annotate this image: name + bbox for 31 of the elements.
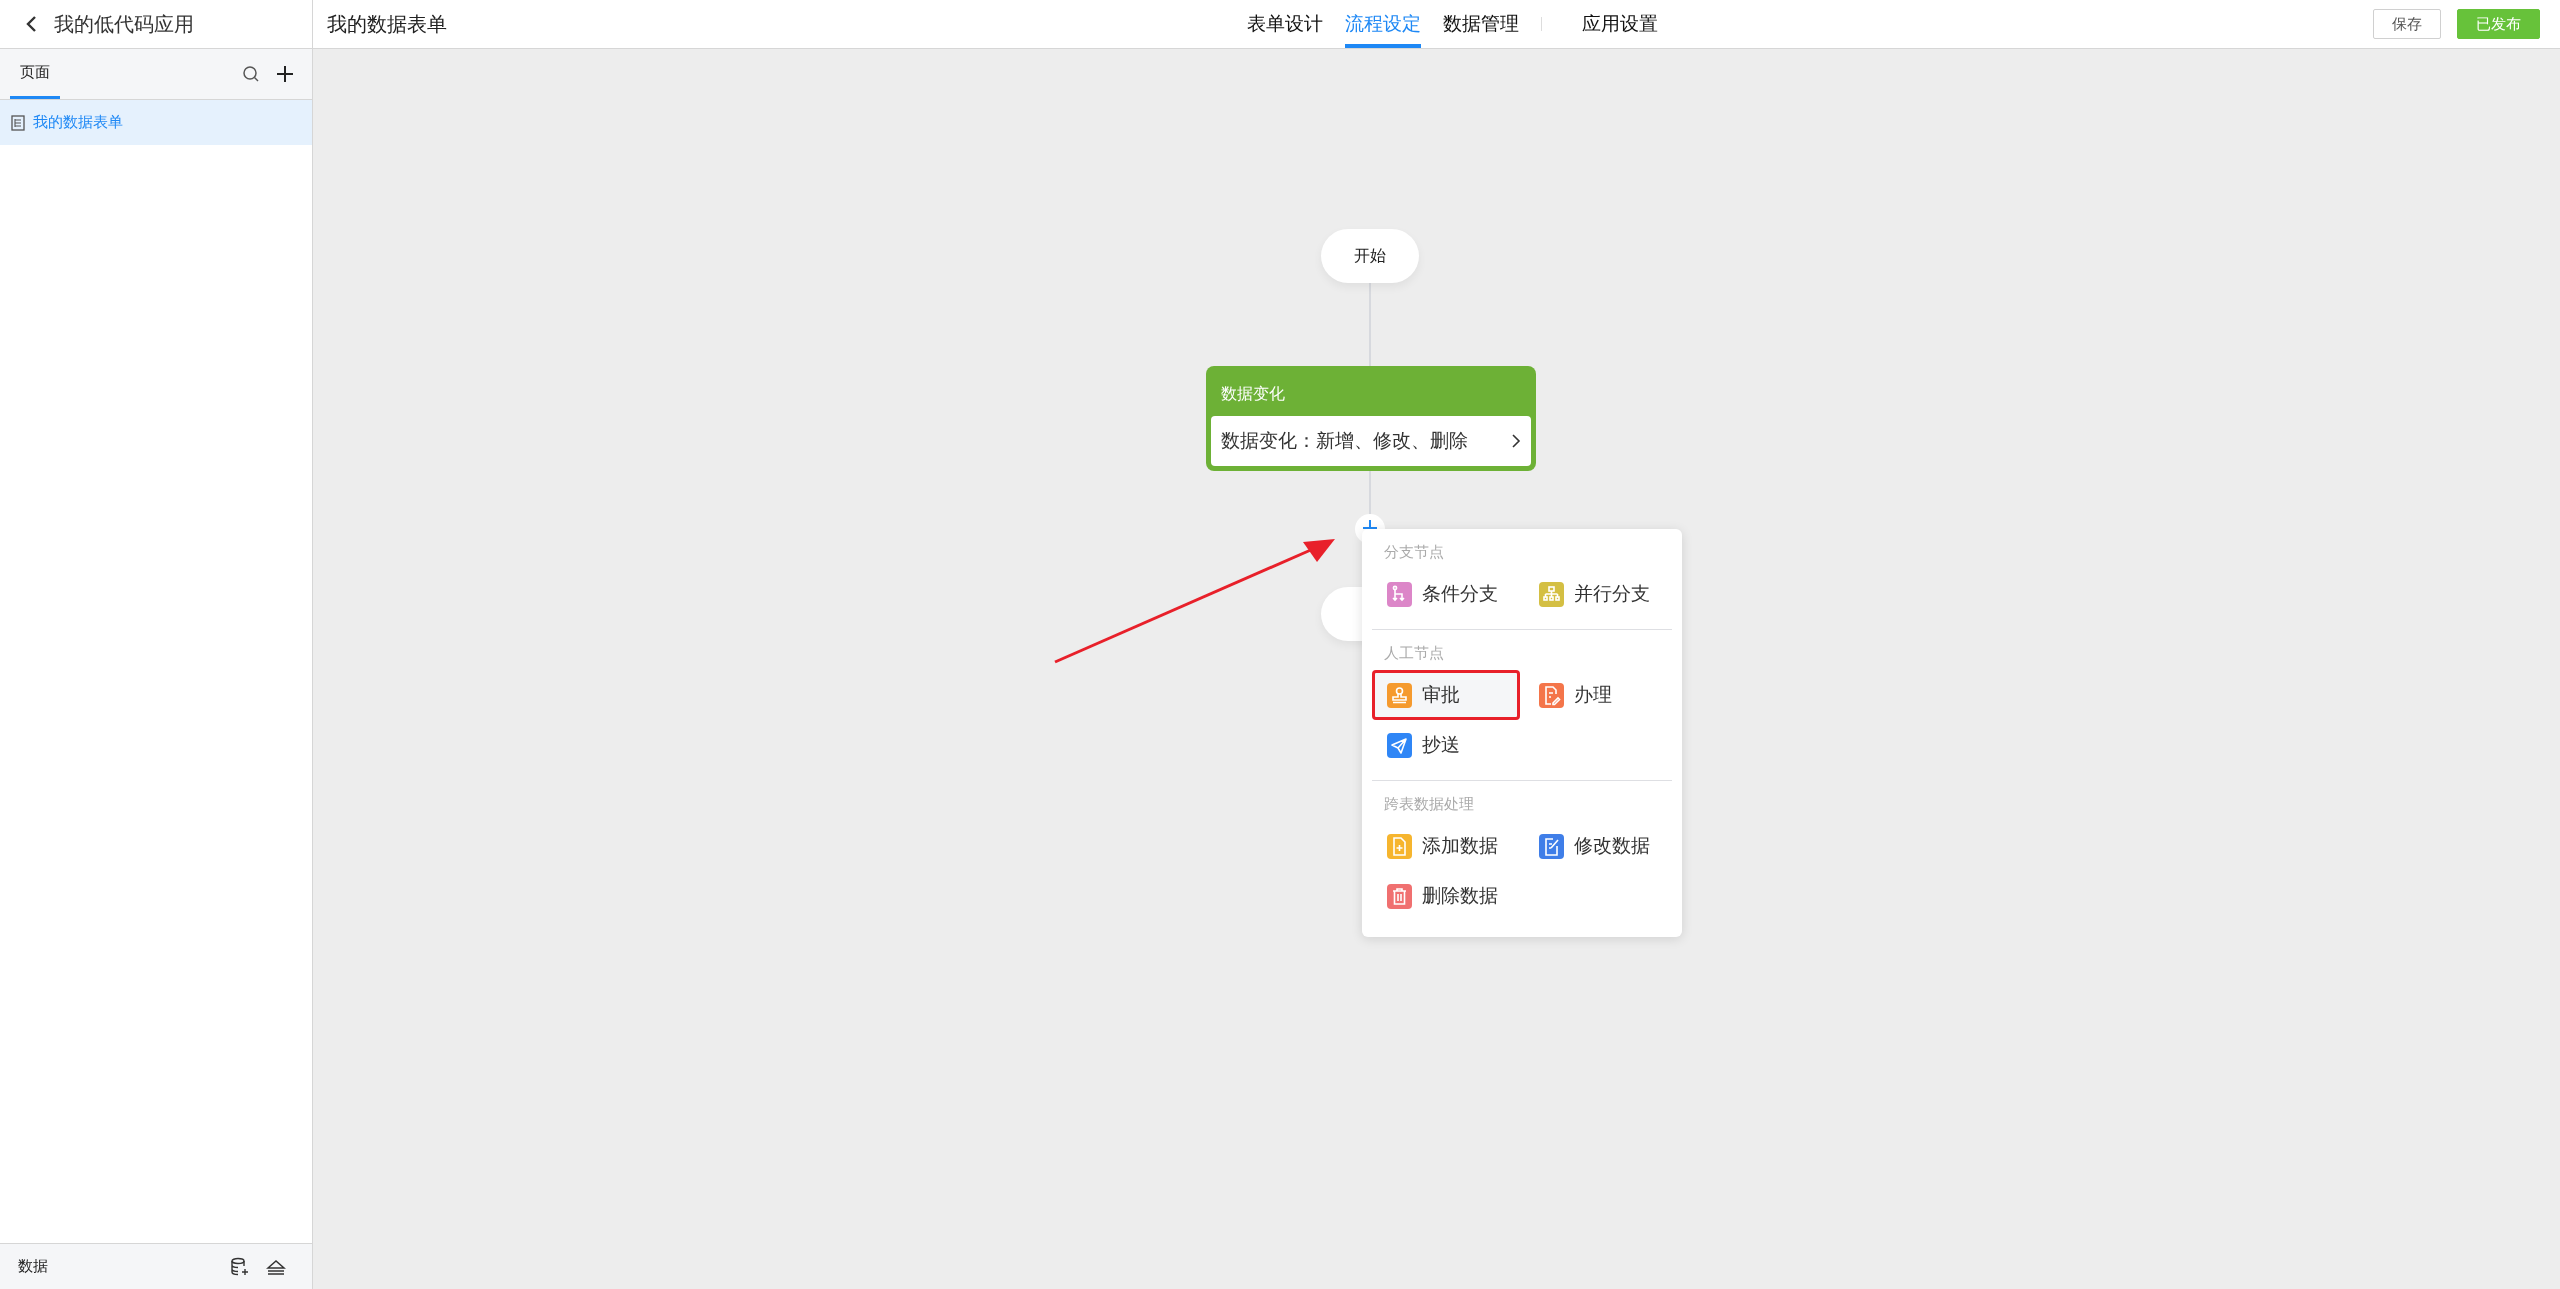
- eject-icon[interactable]: [266, 1257, 286, 1276]
- menu-item[interactable]: 删除数据: [1372, 871, 1520, 921]
- menu-item[interactable]: 并行分支: [1524, 569, 1672, 619]
- header-tab[interactable]: 应用设置: [1582, 0, 1658, 48]
- menu-item[interactable]: 修改数据: [1524, 821, 1672, 871]
- plus-icon: [1363, 520, 1377, 529]
- search-icon[interactable]: [242, 65, 260, 83]
- start-node[interactable]: 开始: [1321, 229, 1419, 283]
- back-icon[interactable]: [24, 14, 38, 34]
- trigger-node[interactable]: 数据变化 数据变化：新增、修改、删除: [1206, 366, 1536, 471]
- menu-section-title: 分支节点: [1384, 541, 1444, 562]
- menu-item[interactable]: 审批: [1372, 670, 1520, 720]
- menu-section-title: 跨表数据处理: [1384, 793, 1474, 814]
- menu-section-title: 人工节点: [1384, 642, 1444, 663]
- app-title: 我的低代码应用: [54, 12, 194, 37]
- menu-item[interactable]: 办理: [1524, 670, 1672, 720]
- header-tab[interactable]: 数据管理: [1443, 0, 1519, 48]
- header-tab[interactable]: 流程设定: [1345, 0, 1421, 48]
- database-add-icon[interactable]: [230, 1256, 250, 1277]
- document-icon: [11, 114, 25, 131]
- chevron-right-icon: [1511, 433, 1521, 449]
- menu-item[interactable]: 抄送: [1372, 720, 1520, 770]
- trigger-summary: 数据变化：新增、修改、删除: [1221, 428, 1468, 453]
- trigger-title: 数据变化: [1221, 383, 1285, 404]
- menu-item[interactable]: 添加数据: [1372, 821, 1520, 871]
- add-icon[interactable]: [276, 65, 294, 83]
- data-section-label: 数据: [18, 1256, 48, 1277]
- menu-item[interactable]: 条件分支: [1372, 569, 1520, 619]
- form-title: 我的数据表单: [327, 12, 448, 37]
- save-button[interactable]: 保存: [2373, 9, 2441, 39]
- header-tab[interactable]: 表单设计: [1247, 0, 1323, 48]
